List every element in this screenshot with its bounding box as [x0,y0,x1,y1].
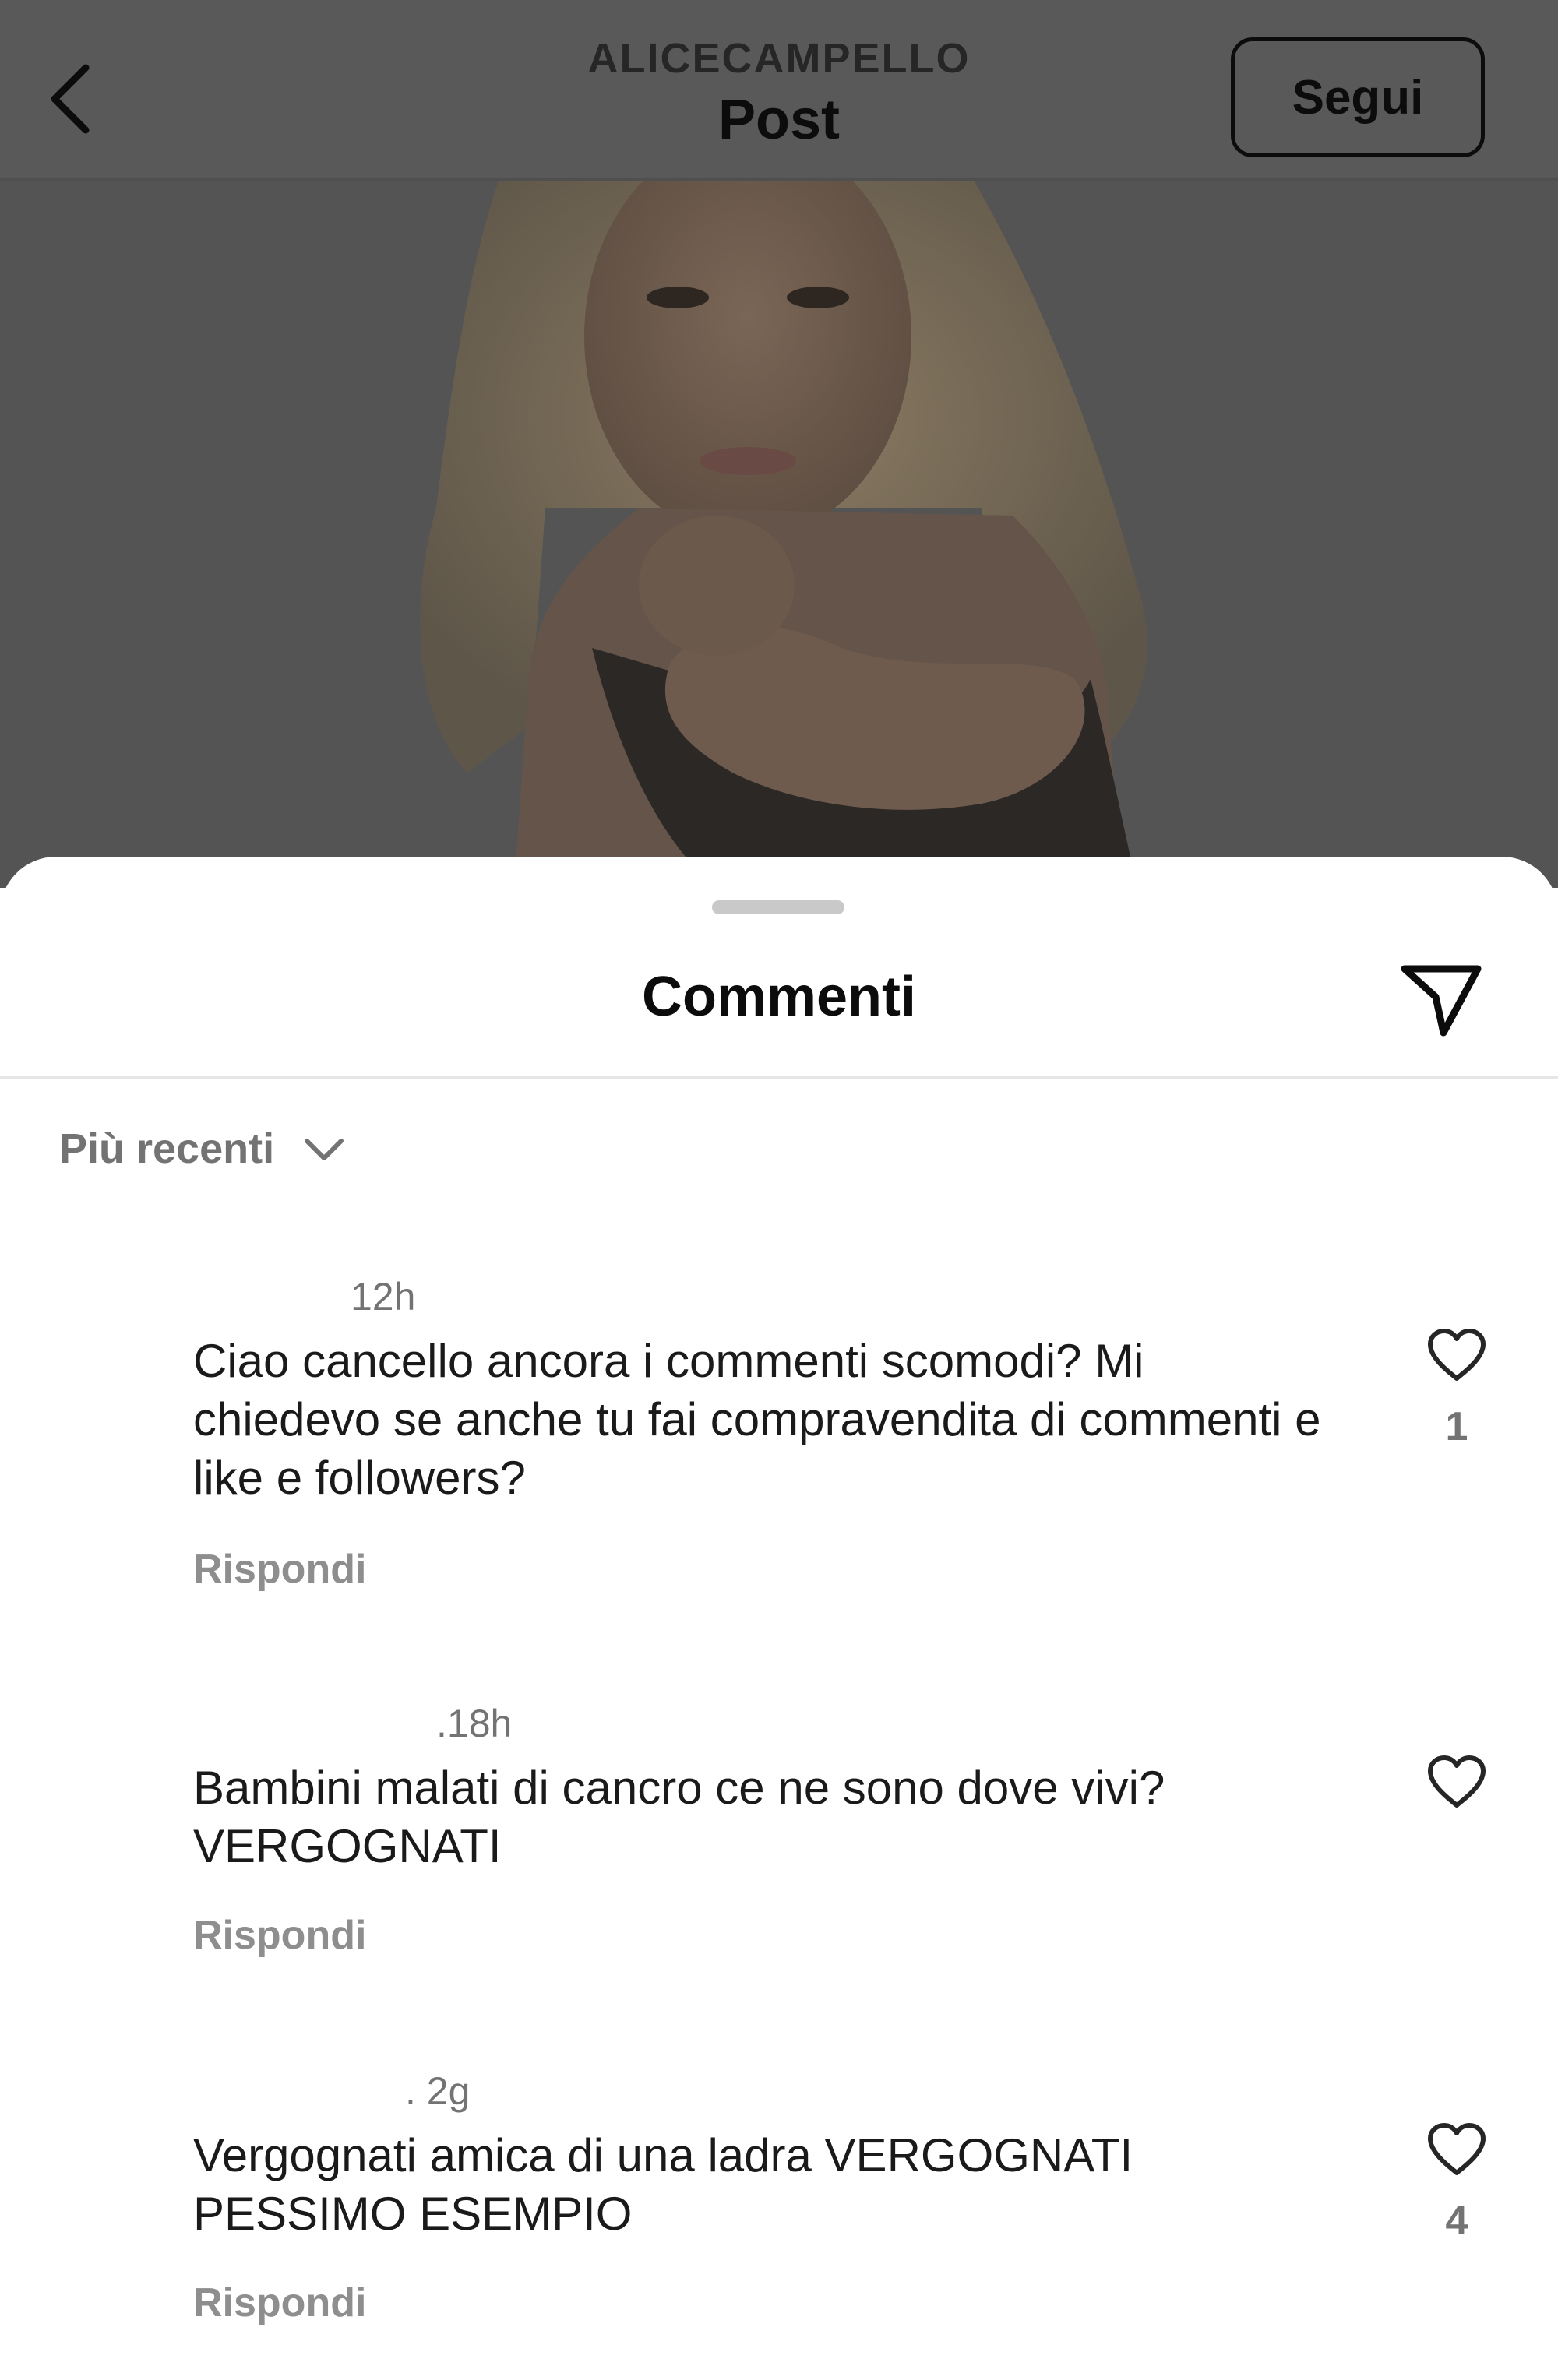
reply-button[interactable]: Rispondi [193,1542,366,1597]
post-header: ALICECAMPELLO Post Segui [0,0,1558,179]
sort-selector[interactable]: Più recenti [59,1114,346,1184]
sort-label: Più recenti [59,1125,275,1172]
comment-time: .18h [436,1702,513,1745]
instagram-post-comments-screen: ALICECAMPELLO Post Segui Commenti Più re… [0,0,1558,2380]
page-title: Post [717,89,841,151]
like-button[interactable] [1418,1316,1496,1394]
like-button[interactable] [1418,2111,1496,2188]
post-author-username[interactable]: ALICECAMPELLO [467,31,1091,86]
sheet-drag-handle[interactable] [712,900,844,914]
post-photo-image [0,181,1558,888]
sheet-divider [0,1076,1558,1079]
header-titles: ALICECAMPELLO Post [467,31,1091,154]
like-count: 4 [1445,2199,1468,2244]
reply-button[interactable]: Rispondi [193,2276,366,2330]
reply-button[interactable]: Rispondi [193,1908,366,1963]
comment-item: 12h Ciao cancello ancora i commenti scom… [0,1269,1558,1597]
comments-title: Commenti [641,966,917,1028]
heart-outline-icon [1428,1755,1486,1808]
comment-item: . 2g Vergognati amica di una ladra VERGO… [0,2064,1558,2375]
comments-sheet: Commenti Più recenti 12h Ciao cancello a… [0,857,1558,2380]
comment-text: Bambini malati di cancro ce ne sono dove… [193,1762,1165,1872]
comment-text: Vergognati amica di una ladra VERGOGNATI… [193,2129,1133,2240]
chevron-left-icon [51,64,90,134]
like-button[interactable] [1418,1743,1496,1821]
post-photo[interactable] [0,181,1558,888]
comment-item: .18h Bambini malati di cancro ce ne sono… [0,1696,1558,2008]
comment-text: Ciao cancello ancora i commenti scomodi?… [193,1335,1321,1504]
back-button[interactable] [31,48,109,150]
heart-outline-icon [1428,1329,1486,1381]
heart-outline-icon [1428,2123,1486,2175]
chevron-down-icon [305,1139,344,1160]
like-count: 1 [1445,1404,1468,1449]
post-background-overlay: ALICECAMPELLO Post Segui [0,0,1558,888]
follow-button[interactable]: Segui [1231,37,1485,157]
paper-plane-icon [1401,965,1482,1037]
comment-time: 12h [351,1275,416,1319]
share-button[interactable] [1394,952,1488,1045]
comment-time: . 2g [405,2069,471,2113]
